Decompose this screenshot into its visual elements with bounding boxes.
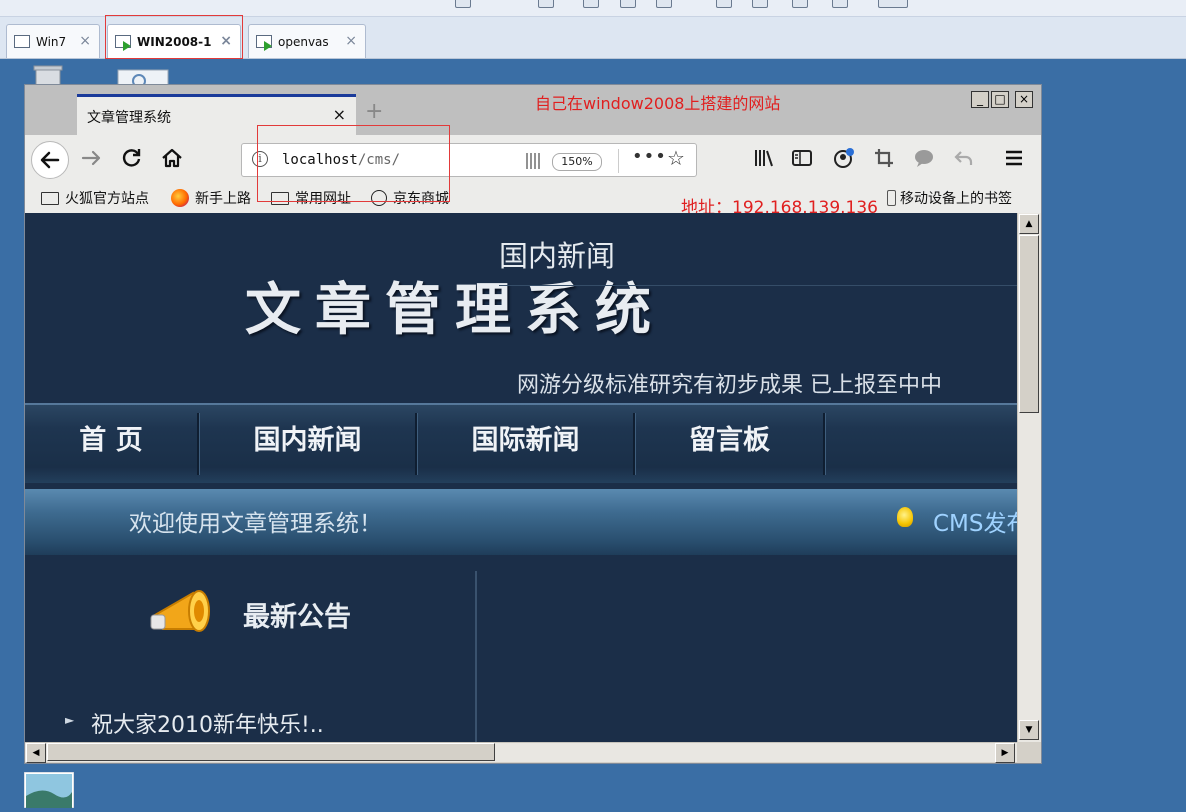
maximize-button[interactable]: □ <box>991 91 1009 108</box>
bullet-icon: ► <box>65 713 75 727</box>
more-actions-icon[interactable]: ••• <box>632 146 667 167</box>
browser-tab-bar: 文章管理系统 × + 自己在window2008上搭建的网站 _ □ × <box>25 85 1041 135</box>
highlight-box <box>257 125 450 202</box>
folder-icon <box>41 191 59 205</box>
notice-panel: 最新公告 ► 祝大家2010新年快乐!.. <box>25 571 475 742</box>
close-window-button[interactable]: × <box>1015 91 1033 108</box>
forward-arrow-icon <box>81 150 101 166</box>
toolbar-button[interactable] <box>455 0 471 8</box>
close-icon[interactable]: × <box>79 33 91 49</box>
navigation-toolbar: i localhost/cms/ 150% ••• ☆ <box>25 135 1041 183</box>
scroll-thumb[interactable] <box>1019 235 1039 413</box>
menu-icon[interactable] <box>1001 145 1027 171</box>
scroll-thumb[interactable] <box>47 743 495 761</box>
lightbulb-icon <box>897 507 913 527</box>
toolbar-button[interactable] <box>878 0 908 8</box>
vm-tab-label: openvas <box>278 34 329 49</box>
nav-divider <box>823 413 826 475</box>
scroll-down-icon[interactable]: ▼ <box>1019 720 1039 740</box>
nav-home[interactable]: 首 页 <box>25 405 197 483</box>
vm-powered-off-icon <box>14 33 32 51</box>
toolbar-button[interactable] <box>716 0 732 8</box>
landscape-image-icon[interactable] <box>23 771 75 809</box>
bookmarks-bar: 火狐官方站点 新手上路 常用网址 京东商城 地址：192.168.139.136… <box>25 183 1041 218</box>
bookmark-item[interactable]: 新手上路 <box>171 188 251 208</box>
vm-tab-win7[interactable]: Win7 × <box>6 24 100 58</box>
vm-running-icon <box>256 33 274 51</box>
account-icon[interactable] <box>831 145 857 171</box>
home-icon <box>162 148 182 168</box>
library-icon[interactable] <box>751 145 777 171</box>
home-button[interactable] <box>159 145 185 171</box>
scroll-left-icon[interactable]: ◀ <box>26 743 46 763</box>
new-tab-button[interactable]: + <box>365 99 383 124</box>
notice-title: 最新公告 <box>243 602 351 633</box>
recycle-bin-icon[interactable] <box>30 64 66 87</box>
toolbar-button[interactable] <box>538 0 554 8</box>
horizontal-scrollbar[interactable]: ◀ ▶ <box>25 742 1017 763</box>
screenshot-icon[interactable] <box>871 145 897 171</box>
megaphone-icon <box>150 590 210 632</box>
annotation-title: 自己在window2008上搭建的网站 <box>535 94 781 113</box>
vm-tab-openvas[interactable]: openvas × <box>248 24 366 58</box>
bookmark-label: 火狐官方站点 <box>65 191 149 207</box>
star-icon[interactable]: ☆ <box>667 146 685 170</box>
toolbar-button[interactable] <box>832 0 848 8</box>
toolbar-button[interactable] <box>583 0 599 8</box>
highlight-box <box>105 15 243 59</box>
toolbar-button[interactable] <box>656 0 672 8</box>
toolbar-button[interactable] <box>620 0 636 8</box>
tab-title: 文章管理系统 <box>87 110 171 126</box>
reload-button[interactable] <box>119 145 145 171</box>
zoom-level[interactable]: 150% <box>552 153 602 171</box>
divider <box>618 149 619 173</box>
nav-domestic-news[interactable]: 国内新闻 <box>200 405 415 483</box>
ticker-link[interactable]: CMS发布 <box>933 504 1017 538</box>
firefox-icon <box>171 189 189 207</box>
column-divider <box>475 571 477 742</box>
bookmark-label: 移动设备上的书签 <box>900 191 1012 207</box>
undo-icon[interactable] <box>951 145 977 171</box>
close-tab-icon[interactable]: × <box>333 105 346 124</box>
nav-international-news[interactable]: 国际新闻 <box>418 405 633 483</box>
forward-button[interactable] <box>79 145 105 171</box>
scroll-up-icon[interactable]: ▲ <box>1019 214 1039 234</box>
reload-icon <box>122 149 141 167</box>
toolbar-button[interactable] <box>752 0 768 8</box>
nav-guestbook[interactable]: 留言板 <box>636 405 823 483</box>
welcome-text: 欢迎使用文章管理系统！ <box>129 511 382 537</box>
mobile-device-icon <box>887 190 896 206</box>
sidebar-icon[interactable] <box>789 145 815 171</box>
bookmark-label: 新手上路 <box>195 191 251 207</box>
site-title: 文章管理系统 <box>245 277 665 343</box>
toolbar-button[interactable] <box>792 0 808 8</box>
news-section-title: 国内新闻 <box>499 239 616 273</box>
vm-tab-label: Win7 <box>36 34 67 49</box>
divider <box>499 285 1017 286</box>
news-item[interactable]: 网游分级标准研究有初步成果 已上报至中中 <box>517 367 942 399</box>
scroll-right-icon[interactable]: ▶ <box>995 743 1015 763</box>
welcome-bar: 欢迎使用文章管理系统！ CMS发布 <box>25 489 1017 555</box>
notice-item[interactable]: 祝大家2010新年快乐!.. <box>91 707 324 739</box>
mobile-bookmarks[interactable]: 移动设备上的书签 <box>887 188 1012 208</box>
qr-code-icon[interactable] <box>526 153 542 169</box>
back-button[interactable] <box>31 141 69 179</box>
browser-window: 文章管理系统 × + 自己在window2008上搭建的网站 _ □ × i l… <box>24 84 1042 764</box>
close-icon[interactable]: × <box>345 33 357 49</box>
chat-icon[interactable] <box>911 145 937 171</box>
site-nav: 首 页 国内新闻 国际新闻 留言板 <box>25 403 1017 483</box>
minimize-button[interactable]: _ <box>971 91 989 108</box>
back-arrow-icon <box>40 151 60 169</box>
web-page: 文章管理系统 首 页 国内新闻 国际新闻 留言板 欢迎使用文章管理系统！ CMS… <box>25 213 1017 742</box>
vertical-scrollbar[interactable]: ▲ ▼ <box>1017 213 1041 742</box>
bookmark-folder[interactable]: 火狐官方站点 <box>41 188 149 208</box>
